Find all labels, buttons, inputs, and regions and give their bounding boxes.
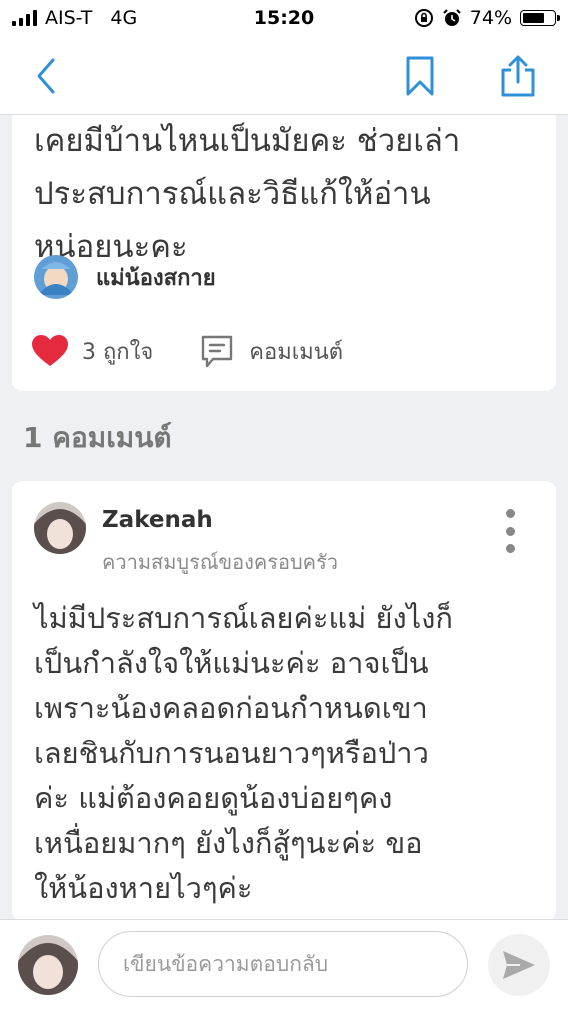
comment-label: คอมเมนต์: [249, 339, 344, 365]
heart-icon: [32, 335, 68, 366]
comment-card: Zakenah ความสมบูรณ์ของครอบครัว ไม่มีประส…: [12, 481, 556, 921]
reply-bar: [0, 919, 568, 1009]
share-icon[interactable]: [496, 54, 540, 98]
comment-text: ไม่มีประสบการณ์เลยค่ะแม่ ยังไงก็ เป็นกำล…: [34, 601, 453, 905]
current-user-avatar: [18, 935, 78, 995]
nav-bar: [0, 38, 568, 115]
commenter-subtitle: ความสมบูรณ์ของครอบครัว: [102, 550, 339, 574]
bookmark-icon[interactable]: [398, 54, 442, 98]
battery-icon: [520, 10, 560, 26]
post-author-avatar[interactable]: [34, 255, 78, 299]
orientation-lock-icon: [414, 9, 433, 27]
reply-input[interactable]: [98, 931, 468, 997]
comments-count-heading: 1 คอมเมนต์: [23, 421, 172, 454]
post-card: เคยมีบ้านไหนเป็นมัยคะ ช่วยเล่า ประสบการณ…: [12, 115, 556, 391]
commenter-avatar[interactable]: [34, 502, 86, 554]
back-chevron-icon[interactable]: [26, 54, 70, 98]
like-button[interactable]: 3 ถูกใจ: [32, 334, 153, 369]
more-options-icon[interactable]: [500, 509, 520, 553]
post-author-row[interactable]: แม่น้องสกาย: [34, 255, 216, 299]
post-text: เคยมีบ้านไหนเป็นมัยคะ ช่วยเล่า ประสบการณ…: [34, 123, 461, 265]
speech-bubble-icon: [202, 335, 233, 368]
commenter-name[interactable]: Zakenah: [102, 507, 213, 533]
status-bar: AIS-T 4G 15:20 74%: [0, 0, 568, 38]
status-right: 74%: [414, 7, 560, 29]
battery-percent: 74%: [469, 7, 512, 29]
post-author-name[interactable]: แม่น้องสกาย: [96, 260, 216, 295]
send-icon: [503, 951, 535, 979]
comment-button[interactable]: คอมเมนต์: [199, 333, 343, 369]
post-actions: 3 ถูกใจ คอมเมนต์: [32, 333, 343, 369]
alarm-icon: [443, 9, 461, 26]
send-button[interactable]: [488, 934, 550, 996]
like-count-label: 3 ถูกใจ: [82, 339, 154, 365]
